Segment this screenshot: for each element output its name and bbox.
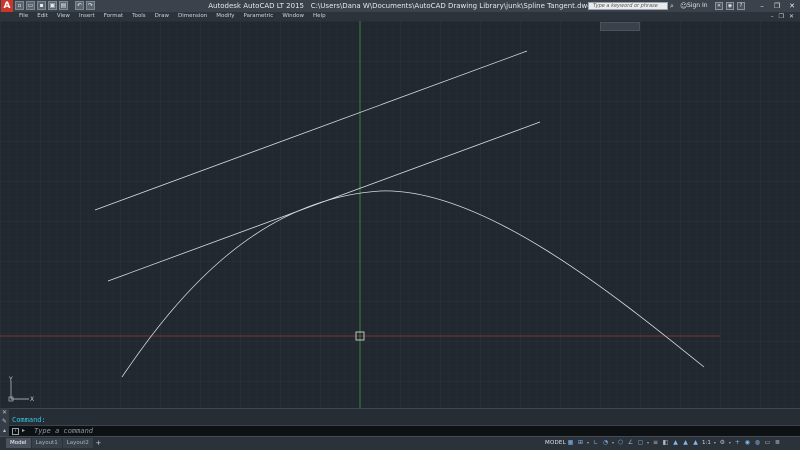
auto-scale-icon[interactable]: ▲ [681, 438, 690, 448]
window-controls: – ❐ ✕ [757, 1, 797, 11]
snap-dropdown-icon[interactable]: ▾ [586, 438, 590, 448]
isodraft-icon[interactable]: ⬡ [616, 438, 625, 448]
menu-modify[interactable]: Modify [216, 12, 234, 21]
menu-parametric[interactable]: Parametric [244, 12, 274, 21]
scale-dropdown-icon[interactable]: ▾ [713, 438, 717, 448]
osnap-dropdown-icon[interactable]: ▾ [646, 438, 650, 448]
recent-commands-icon[interactable]: ▸ [22, 426, 25, 436]
customization-icon[interactable]: ≣ [773, 438, 782, 448]
model-space-button[interactable]: MODEL [545, 438, 566, 449]
drawing-minimize-icon[interactable]: – [771, 12, 774, 21]
menu-window[interactable]: Window [282, 12, 304, 21]
status-bar: Model Layout1 Layout2 + MODEL ▦ ⊞ ▾ ∟ ◔ … [0, 436, 800, 450]
close-icon[interactable]: ✕ [787, 1, 797, 11]
drawing-close-icon[interactable]: ✕ [789, 12, 794, 21]
object-snap-icon[interactable]: ▢ [636, 438, 645, 448]
sign-in-button[interactable]: Sign In [687, 1, 708, 11]
status-toolbar: ▦ ⊞ ▾ ∟ ◔ ▾ ⬡ ∠ ▢ ▾ ≡ ◧ ▲ ▲ ▲ 1:1 ▾ ⚙ ▾ … [566, 438, 782, 448]
polar-tracking-icon[interactable]: ◔ [601, 438, 610, 448]
menu-format[interactable]: Format [104, 12, 123, 21]
drawing-restore-icon[interactable]: ❐ [779, 12, 784, 21]
menu-dimension[interactable]: Dimension [178, 12, 207, 21]
isolate-objects-icon[interactable]: ◉ [743, 438, 752, 448]
plus-icon[interactable]: + [733, 438, 742, 448]
workspace-dropdown-icon[interactable]: ▾ [728, 438, 732, 448]
lineweight-icon[interactable]: ≡ [651, 438, 660, 448]
object-snap-tracking-icon[interactable]: ∠ [626, 438, 635, 448]
menu-file[interactable]: File [19, 12, 28, 21]
search-icon[interactable]: ⌕ [670, 2, 678, 10]
menu-help[interactable]: Help [313, 12, 326, 21]
tab-layout1[interactable]: Layout1 [31, 438, 62, 448]
command-input-row: › ▸ [9, 425, 800, 436]
drawing-window-controls: – ❐ ✕ [771, 12, 794, 21]
drawing-canvas[interactable]: Y X [0, 21, 800, 408]
ortho-icon[interactable]: ∟ [591, 438, 600, 448]
tab-layout2[interactable]: Layout2 [62, 438, 93, 448]
polar-dropdown-icon[interactable]: ▾ [611, 438, 615, 448]
grid-icon[interactable]: ▦ [566, 438, 575, 448]
tab-model[interactable]: Model [6, 438, 31, 448]
annotation-scale-icon[interactable]: ▲ [691, 438, 700, 448]
command-input[interactable] [34, 426, 434, 436]
command-history-text: Command: [12, 416, 46, 424]
transparency-icon[interactable]: ◧ [661, 438, 670, 448]
customize-icon[interactable]: ✎ [0, 417, 9, 426]
workspace-gear-icon[interactable]: ⚙ [718, 438, 727, 448]
maximize-icon[interactable]: ❐ [772, 1, 782, 11]
exchange-icon[interactable]: ✕ [715, 2, 723, 10]
menu-insert[interactable]: Insert [79, 12, 95, 21]
grid [0, 21, 800, 408]
menu-edit[interactable]: Edit [37, 12, 48, 21]
minimize-icon[interactable]: – [757, 1, 767, 11]
drawing-svg[interactable]: Y X [0, 21, 800, 408]
file-path: C:\Users\Dana W\Documents\AutoCAD Drawin… [310, 2, 592, 10]
layout-tabs: Model Layout1 Layout2 + [6, 438, 103, 448]
snap-mode-icon[interactable]: ⊞ [576, 438, 585, 448]
command-prompt-icon[interactable]: › [12, 428, 19, 435]
add-layout-icon[interactable]: + [94, 438, 103, 448]
hardware-acceleration-icon[interactable]: ◍ [753, 438, 762, 448]
menu-bar: File Edit View Insert Format Tools Draw … [0, 12, 800, 21]
help-icon[interactable]: ? [737, 2, 745, 10]
help-search-input[interactable]: Type a keyword or phrase [588, 2, 668, 10]
options-icon[interactable]: ▴ [0, 426, 9, 435]
app-title: Autodesk AutoCAD LT 2015 [208, 2, 304, 10]
clean-screen-icon[interactable]: ▭ [763, 438, 772, 448]
connect-icon[interactable]: ◉ [726, 2, 734, 10]
title-toolbar: ✕ ◉ ? [715, 2, 745, 10]
svg-text:X: X [30, 396, 34, 403]
menu-tools[interactable]: Tools [132, 12, 146, 21]
close-command-line-icon[interactable]: ✕ [0, 408, 9, 417]
viewcube-placeholder [600, 22, 640, 31]
title-bar: A ▫ ▭ ▪ ▣ ▤ ↶ ↷ Autodesk AutoCAD LT 2015… [0, 0, 800, 12]
command-line-gutter: ✕ ✎ ▴ [0, 408, 9, 436]
annotation-scale-value[interactable]: 1:1 [701, 438, 712, 448]
svg-text:Y: Y [8, 376, 13, 383]
annotation-visibility-icon[interactable]: ▲ [671, 438, 680, 448]
menu-draw[interactable]: Draw [155, 12, 169, 21]
command-history [0, 408, 800, 425]
menu-view[interactable]: View [57, 12, 70, 21]
